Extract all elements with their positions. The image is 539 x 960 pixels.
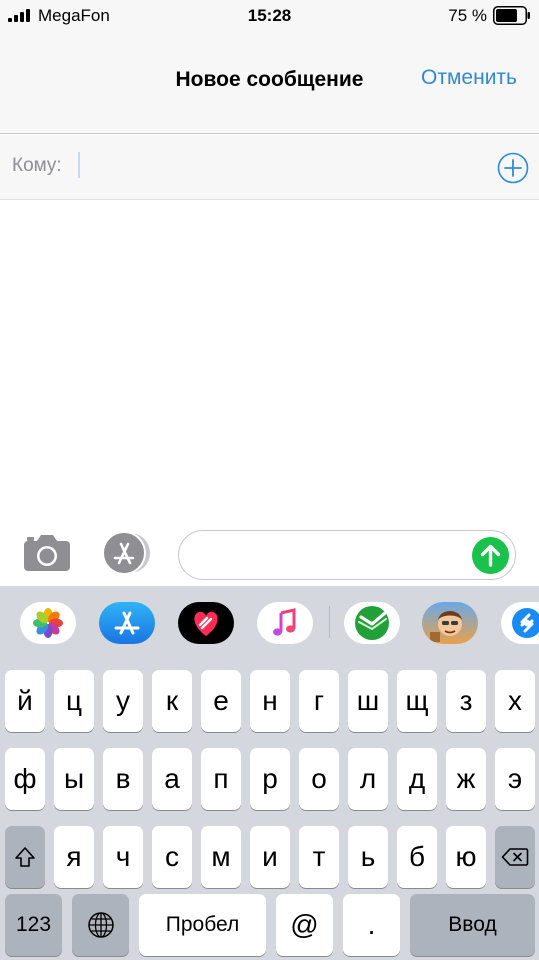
arrow-up-icon[interactable] (472, 537, 509, 574)
cancel-button[interactable]: Отменить (421, 66, 517, 90)
recipient-label: Кому: (12, 155, 62, 176)
key-letter[interactable]: ь (348, 826, 388, 888)
key-letter[interactable]: е (201, 670, 241, 732)
dot-key[interactable]: . (343, 894, 400, 956)
key-letter[interactable]: р (250, 748, 290, 810)
key-letter[interactable]: м (201, 826, 241, 888)
sberbank-icon[interactable] (344, 602, 400, 644)
key-letter[interactable]: э (495, 748, 535, 810)
recipient-row[interactable]: Кому: (0, 135, 539, 200)
key-letter[interactable]: ю (446, 826, 486, 888)
globe-icon (87, 912, 114, 938)
key-letter[interactable]: й (5, 670, 45, 732)
nav-bar: Новое сообщение Отменить (0, 32, 539, 134)
photos-icon[interactable] (20, 602, 76, 644)
key-letter[interactable]: ф (5, 748, 45, 810)
shift-key[interactable] (5, 826, 45, 888)
backspace-key[interactable] (495, 826, 535, 888)
battery-level-fill (496, 9, 517, 22)
music-note-icon[interactable] (257, 602, 313, 644)
key-letter[interactable]: б (397, 826, 437, 888)
key-letter[interactable]: в (103, 748, 143, 810)
key-letter[interactable]: н (250, 670, 290, 732)
key-letter[interactable]: о (299, 748, 339, 810)
key-letter[interactable]: ч (103, 826, 143, 888)
at-key[interactable]: @ (276, 894, 333, 956)
return-key[interactable]: Ввод (410, 894, 535, 956)
key-letter[interactable]: х (495, 670, 535, 732)
globe-key[interactable] (72, 894, 129, 956)
game-icon[interactable] (422, 602, 478, 644)
key-letter[interactable]: л (348, 748, 388, 810)
message-input[interactable] (178, 530, 516, 580)
drawer-divider (329, 606, 330, 638)
keyboard: й ц у к е н г ш щ з х ф ы в а п р о л д … (0, 660, 539, 960)
battery-percent: 75 % (448, 6, 487, 25)
key-letter[interactable]: с (152, 826, 192, 888)
backspace-icon (501, 848, 529, 866)
key-letter[interactable]: ы (54, 748, 94, 810)
status-bar: MegaFon 15:28 75 % (0, 0, 539, 32)
key-letter[interactable]: ш (348, 670, 388, 732)
plus-circle-icon[interactable] (497, 152, 529, 184)
key-letter[interactable]: ц (54, 670, 94, 732)
camera-icon[interactable] (22, 533, 72, 573)
key-letter[interactable]: я (54, 826, 94, 888)
shift-arrow-icon (15, 847, 35, 867)
space-key[interactable]: Пробел (139, 894, 266, 956)
shazam-icon[interactable] (501, 602, 539, 644)
key-letter[interactable]: к (152, 670, 192, 732)
key-letter[interactable]: ж (446, 748, 486, 810)
key-letter[interactable]: т (299, 826, 339, 888)
key-letter[interactable]: у (103, 670, 143, 732)
app-store-icon[interactable] (100, 532, 152, 574)
recipient-input-caret (78, 152, 80, 178)
imessage-app-drawer (0, 586, 539, 660)
numbers-key[interactable]: 123 (5, 894, 62, 956)
app-store-icon[interactable] (99, 602, 155, 644)
heart-icon[interactable] (178, 602, 234, 644)
battery-icon (493, 6, 530, 25)
key-letter[interactable]: д (397, 748, 437, 810)
key-letter[interactable]: щ (397, 670, 437, 732)
key-letter[interactable]: и (250, 826, 290, 888)
compose-bar (0, 522, 539, 586)
key-letter[interactable]: п (201, 748, 241, 810)
key-letter[interactable]: з (446, 670, 486, 732)
key-letter[interactable]: г (299, 670, 339, 732)
key-letter[interactable]: а (152, 748, 192, 810)
